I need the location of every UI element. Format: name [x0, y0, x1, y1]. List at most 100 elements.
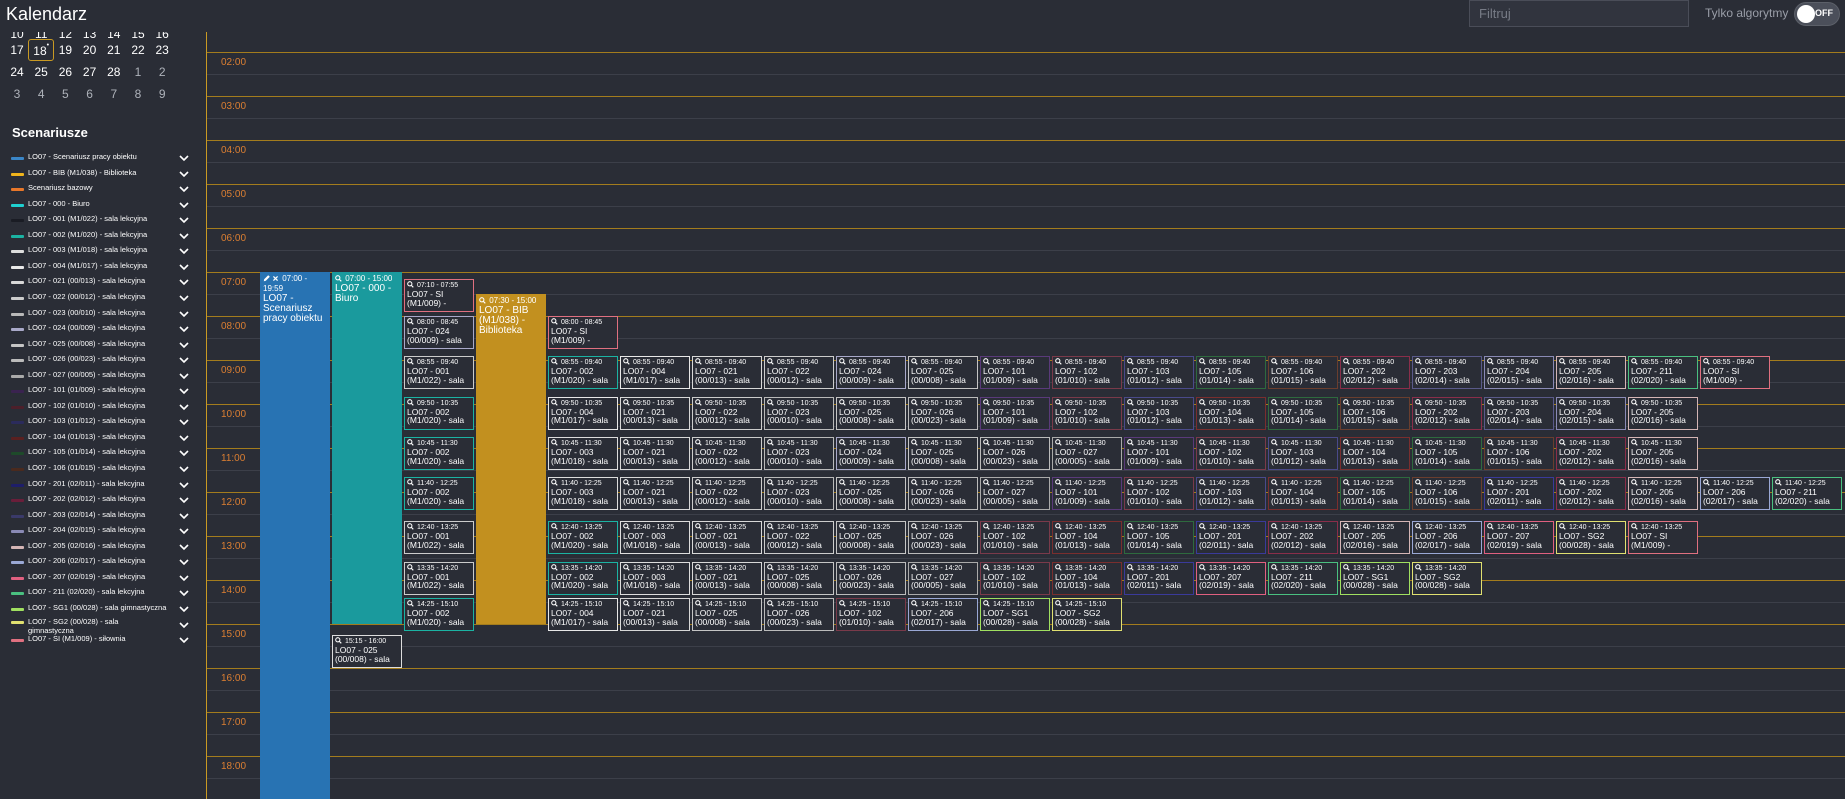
search-icon[interactable] — [1127, 479, 1135, 487]
scenario-item[interactable]: LO07 - 207 (02/019) - sala lekcyjna — [10, 569, 190, 586]
scenario-item[interactable]: LO07 - 101 (01/009) - sala lekcyjna — [10, 382, 190, 399]
search-icon[interactable] — [1271, 439, 1279, 447]
schedule-event[interactable]: 10:45 - 11:30 LO07 - 027 (00/005) - sala — [1052, 437, 1122, 470]
schedule-event[interactable]: 12:40 - 13:25 LO07 - 002 (M1/020) - sala — [548, 521, 618, 555]
search-icon[interactable] — [1271, 358, 1279, 366]
scenario-item[interactable]: LO07 - 002 (M1/020) - sala lekcyjna — [10, 227, 190, 244]
schedule-event[interactable]: 08:55 - 09:40 LO07 - 103 (01/012) - sala — [1124, 356, 1194, 390]
algorithms-only-toggle[interactable]: OFF — [1794, 2, 1840, 26]
search-icon[interactable] — [695, 398, 703, 407]
search-icon[interactable] — [407, 358, 415, 366]
chevron-down-icon[interactable] — [178, 524, 190, 536]
schedule-event[interactable]: 09:50 - 10:35 LO07 - 105 (01/014) - sala — [1268, 396, 1338, 430]
search-icon[interactable] — [407, 600, 415, 608]
search-icon[interactable] — [1199, 479, 1207, 487]
scenario-item[interactable]: LO07 - 025 (00/008) - sala lekcyjna — [10, 336, 190, 353]
search-icon[interactable] — [1631, 479, 1639, 487]
calendar-day[interactable]: 22 — [125, 39, 151, 61]
search-icon[interactable] — [767, 600, 775, 608]
chevron-down-icon[interactable] — [178, 602, 190, 614]
schedule-event[interactable]: 10:45 - 11:30 LO07 - 022 (00/012) - sala — [692, 437, 762, 470]
calendar-day-today[interactable]: 18• — [28, 39, 55, 61]
chevron-down-icon[interactable] — [178, 229, 190, 241]
chevron-down-icon[interactable] — [178, 213, 190, 225]
schedule-event[interactable]: 12:40 - 13:25 LO07 - 021 (00/013) - sala — [692, 521, 762, 555]
schedule-event[interactable]: 12:40 - 13:25 LO07 - 206 (02/017) - sala — [1412, 521, 1482, 555]
search-icon[interactable] — [1343, 398, 1351, 407]
schedule-event[interactable]: 10:45 - 11:30 LO07 - 106 (01/015) - sala — [1484, 437, 1554, 470]
search-icon[interactable] — [407, 523, 415, 531]
schedule-event[interactable]: 14:25 - 15:10 LO07 - 025 (00/008) - sala — [692, 598, 762, 632]
chevron-down-icon[interactable] — [178, 384, 190, 396]
search-icon[interactable] — [1415, 358, 1423, 366]
search-icon[interactable] — [1055, 600, 1063, 608]
schedule-event[interactable]: 11:40 - 12:25 LO07 - 003 (M1/018) - sala — [548, 477, 618, 511]
chevron-down-icon[interactable] — [178, 369, 190, 381]
schedule-event[interactable]: 13:35 - 14:20 LO07 - 027 (00/005) - sala — [908, 561, 978, 595]
search-icon[interactable] — [1487, 358, 1495, 366]
search-icon[interactable] — [767, 358, 775, 366]
search-icon[interactable] — [767, 398, 775, 407]
search-icon[interactable] — [839, 358, 847, 366]
schedule-event[interactable]: 09:50 - 10:35 LO07 - 103 (01/012) - sala — [1124, 396, 1194, 430]
schedule-event[interactable]: 10:45 - 11:30 LO07 - 003 (M1/018) - sala — [548, 437, 618, 470]
search-icon[interactable] — [911, 358, 919, 366]
search-icon[interactable] — [695, 523, 703, 531]
search-icon[interactable] — [1199, 523, 1207, 531]
search-icon[interactable] — [767, 439, 775, 447]
search-icon[interactable] — [839, 563, 847, 572]
calendar-day[interactable]: 25 — [28, 61, 54, 83]
calendar-day[interactable]: 9 — [149, 83, 175, 105]
schedule-event[interactable]: 13:35 - 14:20 LO07 - 021 (00/013) - sala — [692, 561, 762, 595]
search-icon[interactable] — [911, 439, 919, 447]
schedule-event[interactable]: 11:40 - 12:25 LO07 - 206 (02/017) - sala — [1700, 477, 1770, 511]
chevron-down-icon[interactable] — [178, 431, 190, 443]
schedule-event[interactable]: 09:50 - 10:35 LO07 - 026 (00/023) - sala — [908, 396, 978, 430]
schedule-event[interactable]: 09:50 - 10:35 LO07 - 025 (00/008) - sala — [836, 396, 906, 430]
search-icon[interactable] — [695, 600, 703, 608]
search-icon[interactable] — [623, 398, 631, 407]
schedule-event[interactable]: 08:55 - 09:40 LO07 - 101 (01/009) - sala — [980, 356, 1050, 390]
schedule-event[interactable]: 10:45 - 11:30 LO07 - 023 (00/010) - sala — [764, 437, 834, 470]
calendar-day[interactable]: 17 — [4, 39, 30, 61]
schedule-event[interactable]: 09:50 - 10:35 LO07 - 022 (00/012) - sala — [692, 396, 762, 430]
search-icon[interactable] — [911, 479, 919, 487]
schedule-event[interactable]: 11:40 - 12:25 LO07 - 027 (00/005) - sala — [980, 477, 1050, 511]
schedule-event[interactable]: 08:55 - 09:40 LO07 - 105 (01/014) - sala — [1196, 356, 1266, 390]
schedule-event[interactable]: 11:40 - 12:25 LO07 - 211 (02/020) - sala — [1772, 477, 1842, 511]
calendar-day[interactable]: 8 — [125, 83, 151, 105]
schedule-event[interactable]: 12:40 - 13:25 LO07 - 025 (00/008) - sala — [836, 521, 906, 555]
scenario-item[interactable]: LO07 - 021 (00/013) - sala lekcyjna — [10, 273, 190, 290]
schedule-event[interactable]: 11:40 - 12:25 LO07 - 202 (02/012) - sala — [1556, 477, 1626, 511]
schedule-event[interactable]: 13:35 - 14:20 LO07 - 002 (M1/020) - sala — [548, 561, 618, 595]
scenario-item[interactable]: LO07 - 206 (02/017) - sala lekcyjna — [10, 553, 190, 570]
scenario-block-event[interactable]: 07:00 - 19:59 LO07 - Scenariusz pracy obi… — [260, 272, 330, 799]
schedule-event[interactable]: 11:40 - 12:25 LO07 - 025 (00/008) - sala — [836, 477, 906, 511]
schedule-event[interactable]: 13:35 - 14:20 LO07 - 207 (02/019) - sala — [1196, 561, 1266, 595]
search-icon[interactable] — [1055, 398, 1063, 407]
schedule-event[interactable]: 12:40 - 13:25 LO07 - 205 (02/016) - sala — [1340, 521, 1410, 555]
chevron-down-icon[interactable] — [178, 400, 190, 412]
schedule-event[interactable]: 11:40 - 12:25 LO07 - 201 (02/011) - sala — [1484, 477, 1554, 511]
close-icon[interactable] — [272, 274, 280, 283]
schedule-event[interactable]: 12:40 - 13:25 LO07 - 207 (02/019) - sala — [1484, 521, 1554, 555]
schedule-event[interactable]: 13:35 - 14:20 LO07 - 025 (00/008) - sala — [764, 561, 834, 595]
chevron-down-icon[interactable] — [178, 353, 190, 365]
schedule-event[interactable]: 08:55 - 09:40 LO07 - 021 (00/013) - sala — [692, 356, 762, 390]
search-icon[interactable] — [1631, 398, 1639, 407]
chevron-down-icon[interactable] — [178, 633, 190, 645]
search-icon[interactable] — [551, 398, 559, 407]
schedule-event[interactable]: 14:25 - 15:10 LO07 - 021 (00/013) - sala — [620, 598, 690, 632]
schedule-event[interactable]: 14:25 - 15:10 LO07 - SG2 (00/028) - sala — [1052, 598, 1122, 632]
search-icon[interactable] — [1343, 479, 1351, 487]
calendar-day[interactable]: 27 — [77, 61, 103, 83]
scenario-block-event[interactable]: 07:00 - 15:00 LO07 - 000 - Biuro — [332, 272, 402, 624]
schedule-event[interactable]: 08:55 - 09:40 LO07 - 004 (M1/017) - sala — [620, 356, 690, 390]
schedule-event[interactable]: 13:35 - 14:20 LO07 - SG1 (00/028) - sala — [1340, 561, 1410, 595]
chevron-down-icon[interactable] — [178, 509, 190, 521]
calendar-day[interactable]: 28 — [101, 61, 127, 83]
search-icon[interactable] — [1199, 439, 1207, 447]
search-icon[interactable] — [407, 439, 415, 447]
schedule-event[interactable]: 14:25 - 15:10 LO07 - SG1 (00/028) - sala — [980, 598, 1050, 632]
scenario-item[interactable]: LO07 - 103 (01/012) - sala lekcyjna — [10, 413, 190, 430]
